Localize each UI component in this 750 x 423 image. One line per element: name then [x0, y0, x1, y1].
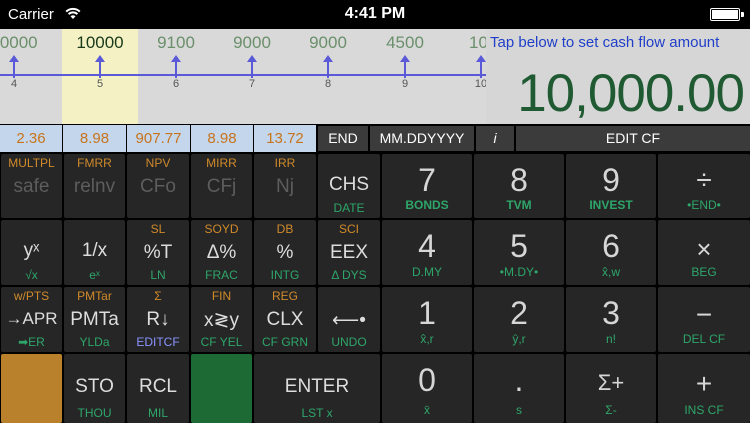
register-value[interactable]: 8.98: [191, 125, 253, 152]
eex-key[interactable]: SCI EEX Δ DYS: [318, 220, 380, 285]
period-number: 10: [474, 78, 486, 90]
add-key[interactable]: + INS CF: [658, 354, 750, 423]
display-value: 10,000.00: [517, 64, 745, 123]
cfj-key[interactable]: MIRR CFj: [191, 154, 252, 218]
main-display[interactable]: Tap below to set cash flow amount 10,000…: [486, 29, 750, 124]
cash-flow-amount: 9000: [309, 33, 347, 52]
reinv-key[interactable]: FMRR relnv: [64, 154, 125, 218]
edit-cf-button[interactable]: EDIT CF: [516, 126, 750, 151]
swap-xy-key[interactable]: FIN x≷y CF YEL: [191, 287, 252, 352]
apr-key[interactable]: w/PTS →APR ➡ER: [1, 287, 62, 352]
multiply-key[interactable]: × BEG: [658, 220, 750, 285]
percent-total-key[interactable]: SL %T LN: [127, 220, 189, 285]
sto-key[interactable]: STO THOU: [64, 354, 125, 423]
sigma-plus-key[interactable]: Σ+ Σ-: [566, 354, 656, 423]
interest-mode-button[interactable]: i: [476, 126, 514, 151]
cash-flow-item[interactable]: 100 10: [443, 29, 486, 124]
safe-key[interactable]: MULTPL safe: [1, 154, 62, 218]
subtract-key[interactable]: − DEL CF: [658, 287, 750, 352]
decimal-key[interactable]: . s: [474, 354, 564, 423]
keypad: MULTPL safe FMRR relnv NPV CFo MIRR CFj …: [0, 153, 750, 423]
battery-icon: [710, 8, 744, 21]
register-value[interactable]: 907.77: [127, 125, 190, 152]
reciprocal-key[interactable]: 1/x eˣ: [64, 220, 125, 285]
enter-key[interactable]: ENTER LST x: [254, 354, 380, 423]
cash-flow-item[interactable]: 9000 8: [290, 29, 366, 124]
backspace-key[interactable]: ⟵• UNDO: [318, 287, 380, 352]
end-mode-button[interactable]: END: [318, 126, 368, 151]
rcl-key[interactable]: RCL MIL: [127, 354, 189, 423]
key-0[interactable]: 0 x̄: [382, 354, 472, 423]
power-key[interactable]: yˣ √x: [1, 220, 62, 285]
register-value[interactable]: 2.36: [0, 125, 62, 152]
key-7[interactable]: 7 BONDS: [382, 154, 472, 218]
cash-flow-amount: 10000: [76, 33, 124, 52]
key-8[interactable]: 8 TVM: [474, 154, 564, 218]
key-3[interactable]: 3 n!: [566, 287, 656, 352]
clock: 4:41 PM: [344, 5, 406, 22]
clx-key[interactable]: REG CLX CF GRN: [254, 287, 316, 352]
status-bar: Carrier 4:41 PM: [0, 0, 750, 29]
cash-flow-item[interactable]: 4500 9: [367, 29, 443, 124]
roll-down-key[interactable]: Σ R↓ EDITCF: [127, 287, 189, 352]
cfo-key[interactable]: NPV CFo: [127, 154, 189, 218]
chs-key[interactable]: CHS DATE: [318, 154, 380, 218]
key-5[interactable]: 5 •M.DY•: [474, 220, 564, 285]
percent-change-key[interactable]: SOYD Δ% FRAC: [191, 220, 252, 285]
gold-shift-key[interactable]: [1, 354, 62, 423]
green-shift-key[interactable]: [191, 354, 252, 423]
cash-flow-amount: 10000: [0, 33, 38, 52]
pmta-key[interactable]: PMTar PMTa YLDa: [64, 287, 125, 352]
key-1[interactable]: 1 x̂,r: [382, 287, 472, 352]
nj-key[interactable]: IRR Nj: [254, 154, 316, 218]
register-value[interactable]: 13.72: [254, 125, 316, 152]
register-row: 2.36 8.98 907.77 8.98 13.72 END MM.DDYYY…: [0, 124, 750, 153]
key-9[interactable]: 9 INVEST: [566, 154, 656, 218]
date-format-button[interactable]: MM.DDYYYY: [370, 126, 474, 151]
period-number: 4: [10, 78, 18, 90]
key-2[interactable]: 2 ŷ,r: [474, 287, 564, 352]
cash-flow-amount: 9000: [233, 33, 271, 52]
period-number: 8: [324, 78, 332, 90]
period-number: 5: [96, 78, 104, 90]
period-number: 6: [172, 78, 180, 90]
cash-flow-timeline[interactable]: 10000 4 10000 5 9100 6 9000 7 9000 8 450…: [0, 29, 486, 124]
cash-flow-item[interactable]: 10000 4: [0, 29, 52, 124]
display-hint: Tap below to set cash flow amount: [490, 34, 720, 51]
divide-key[interactable]: ÷ •END•: [658, 154, 750, 218]
cash-flow-item[interactable]: 10000 5: [62, 29, 138, 124]
register-value[interactable]: 8.98: [63, 125, 126, 152]
cash-flow-item[interactable]: 9100 6: [138, 29, 214, 124]
cash-flow-amount: 100: [469, 33, 486, 52]
period-number: 7: [248, 78, 256, 90]
cash-flow-amount: 4500: [386, 33, 424, 52]
cash-flow-amount: 9100: [157, 33, 195, 52]
key-6[interactable]: 6 x̂,w: [566, 220, 656, 285]
period-number: 9: [401, 78, 409, 90]
key-4[interactable]: 4 D.MY: [382, 220, 472, 285]
backspace-icon: ⟵•: [332, 310, 366, 331]
percent-key[interactable]: DB % INTG: [254, 220, 316, 285]
cash-flow-item[interactable]: 9000 7: [214, 29, 290, 124]
